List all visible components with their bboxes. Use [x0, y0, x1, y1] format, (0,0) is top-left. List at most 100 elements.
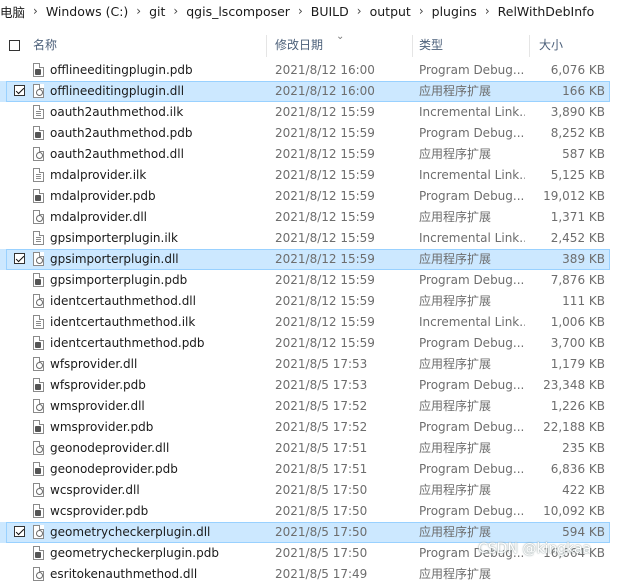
file-row[interactable]: esritokenauthmethod.dll 2021/8/5 17:49 应用程…	[0, 564, 610, 585]
chevron-down-icon: ⌄	[336, 31, 345, 42]
file-size: 6,836 KB	[550, 462, 605, 476]
column-header-type[interactable]: 类型	[419, 35, 443, 56]
file-type: 应用程序扩展	[419, 483, 492, 497]
file-name: mdalprovider.dll	[50, 210, 147, 224]
file-date: 2021/8/12 15:59	[275, 315, 375, 329]
breadcrumb-item[interactable]: Windows (C:)	[41, 4, 133, 19]
file-row[interactable]: gpsimporterplugin.dll 2021/8/12 15:59 应用程序…	[0, 249, 610, 270]
file-name: identcertauthmethod.ilk	[50, 315, 196, 329]
pdb-file-icon	[33, 420, 44, 434]
column-divider[interactable]	[266, 35, 267, 57]
file-type: 应用程序扩展	[419, 210, 492, 224]
file-date: 2021/8/12 15:59	[275, 126, 375, 140]
breadcrumb-item[interactable]: output	[365, 4, 416, 19]
file-row[interactable]: oauth2authmethod.pdb 2021/8/12 15:59 Progr…	[0, 123, 610, 144]
file-row[interactable]: geonodeprovider.dll 2021/8/5 17:51 应用程序扩展 2…	[0, 438, 610, 459]
dll-file-icon	[33, 294, 44, 308]
file-type: 应用程序扩展	[419, 441, 492, 455]
file-size: 19,012 KB	[543, 189, 605, 203]
breadcrumb-item[interactable]: git	[144, 4, 170, 19]
breadcrumb-item[interactable]: plugins	[427, 4, 482, 19]
file-type: Program Debug...	[419, 189, 525, 203]
file-date: 2021/8/12 15:59	[275, 231, 375, 245]
file-row[interactable]: wcsprovider.dll 2021/8/5 17:50 应用程序扩展 422 K…	[0, 480, 610, 501]
file-row[interactable]: offlineeditingplugin.pdb 2021/8/12 16:00 P…	[0, 60, 610, 81]
column-divider[interactable]	[412, 35, 413, 57]
chevron-right-icon[interactable]: ›	[416, 4, 427, 18]
file-type: Program Debug...	[419, 273, 525, 287]
file-row[interactable]: geometrycheckerplugin.dll 2021/8/5 17:50 应…	[0, 522, 610, 543]
file-name: wcsprovider.dll	[50, 483, 140, 497]
column-divider[interactable]	[529, 35, 530, 57]
row-checkbox[interactable]	[14, 85, 25, 96]
file-row[interactable]: offlineeditingplugin.dll 2021/8/12 16:00 应…	[0, 81, 610, 102]
dll-file-icon	[33, 84, 44, 98]
file-row[interactable]: mdalprovider.dll 2021/8/12 15:59 应用程序扩展 1,3…	[0, 207, 610, 228]
pdb-file-icon	[33, 462, 44, 476]
chevron-right-icon[interactable]: ›	[295, 4, 306, 18]
column-header-size[interactable]: 大小	[539, 35, 563, 56]
dll-file-icon	[33, 399, 44, 413]
dll-file-icon	[33, 483, 44, 497]
file-row[interactable]: oauth2authmethod.dll 2021/8/12 15:59 应用程序扩…	[0, 144, 610, 165]
file-row[interactable]: identcertauthmethod.pdb 2021/8/12 15:59 Pr…	[0, 333, 610, 354]
chevron-right-icon[interactable]: ›	[482, 4, 493, 18]
file-row[interactable]: mdalprovider.ilk 2021/8/12 15:59 Increment…	[0, 165, 610, 186]
column-header-date[interactable]: 修改日期	[275, 35, 323, 56]
file-date: 2021/8/12 16:00	[275, 84, 375, 98]
file-row[interactable]: wfsprovider.dll 2021/8/5 17:53 应用程序扩展 1,179…	[0, 354, 610, 375]
breadcrumb-item[interactable]: BUILD	[306, 4, 354, 19]
ilk-file-icon	[33, 231, 44, 245]
file-date: 2021/8/5 17:53	[275, 357, 368, 371]
breadcrumb-item[interactable]: 电脑	[0, 2, 30, 21]
file-date: 2021/8/12 16:00	[275, 63, 375, 77]
file-row[interactable]: gpsimporterplugin.pdb 2021/8/12 15:59 Prog…	[0, 270, 610, 291]
file-size: 10,092 KB	[543, 504, 605, 518]
ilk-file-icon	[33, 168, 44, 182]
file-row[interactable]: geonodeprovider.pdb 2021/8/5 17:51 Program…	[0, 459, 610, 480]
select-all-checkbox[interactable]	[9, 40, 20, 51]
chevron-right-icon[interactable]: ›	[133, 4, 144, 18]
file-size: 3,700 KB	[550, 336, 605, 350]
file-row[interactable]: mdalprovider.pdb 2021/8/12 15:59 Program D…	[0, 186, 610, 207]
file-type: Program Debug...	[419, 420, 525, 434]
pdb-file-icon	[33, 126, 44, 140]
file-row[interactable]: wfsprovider.pdb 2021/8/5 17:53 Program Deb…	[0, 375, 610, 396]
file-date: 2021/8/5 17:53	[275, 378, 368, 392]
row-checkbox[interactable]	[14, 526, 25, 537]
file-row[interactable]: identcertauthmethod.ilk 2021/8/12 15:59 In…	[0, 312, 610, 333]
file-type: Program Debug...	[419, 63, 525, 77]
file-size: 587 KB	[562, 147, 605, 161]
file-type: Incremental Link...	[419, 315, 525, 329]
chevron-right-icon[interactable]: ›	[354, 4, 365, 18]
file-row[interactable]: gpsimporterplugin.ilk 2021/8/12 15:59 Incr…	[0, 228, 610, 249]
file-name: oauth2authmethod.pdb	[50, 126, 193, 140]
file-name: mdalprovider.ilk	[50, 168, 147, 182]
column-header-name[interactable]: 名称	[33, 35, 57, 56]
file-name: gpsimporterplugin.dll	[50, 252, 179, 266]
row-checkbox[interactable]	[14, 253, 25, 264]
breadcrumb: 电脑 › Windows (C:) › git › qgis_lscomposer › BUIL…	[0, 0, 632, 22]
file-row[interactable]: wmsprovider.pdb 2021/8/5 17:52 Program Deb…	[0, 417, 610, 438]
pdb-file-icon	[33, 189, 44, 203]
dll-file-icon	[33, 252, 44, 266]
breadcrumb-item[interactable]: RelWithDebInfo	[493, 4, 600, 19]
file-type: Incremental Link...	[419, 105, 525, 119]
breadcrumb-item[interactable]: qgis_lscomposer	[181, 4, 295, 19]
chevron-right-icon[interactable]: ›	[30, 4, 41, 18]
file-size: 7,876 KB	[550, 273, 605, 287]
file-name: identcertauthmethod.dll	[50, 294, 196, 308]
file-type: Program Debug...	[419, 378, 525, 392]
file-type: Incremental Link...	[419, 168, 525, 182]
file-row[interactable]: wmsprovider.dll 2021/8/5 17:52 应用程序扩展 1,226…	[0, 396, 610, 417]
file-type: 应用程序扩展	[419, 525, 492, 539]
file-size: 1,371 KB	[550, 210, 605, 224]
file-date: 2021/8/5 17:50	[275, 504, 368, 518]
file-size: 166 KB	[562, 84, 605, 98]
file-name: geometrycheckerplugin.pdb	[50, 546, 219, 560]
file-row[interactable]: identcertauthmethod.dll 2021/8/12 15:59 应用…	[0, 291, 610, 312]
file-row[interactable]: wcsprovider.pdb 2021/8/5 17:50 Program Deb…	[0, 501, 610, 522]
chevron-right-icon[interactable]: ›	[170, 4, 181, 18]
file-type: 应用程序扩展	[419, 357, 492, 371]
file-row[interactable]: oauth2authmethod.ilk 2021/8/12 15:59 Incre…	[0, 102, 610, 123]
